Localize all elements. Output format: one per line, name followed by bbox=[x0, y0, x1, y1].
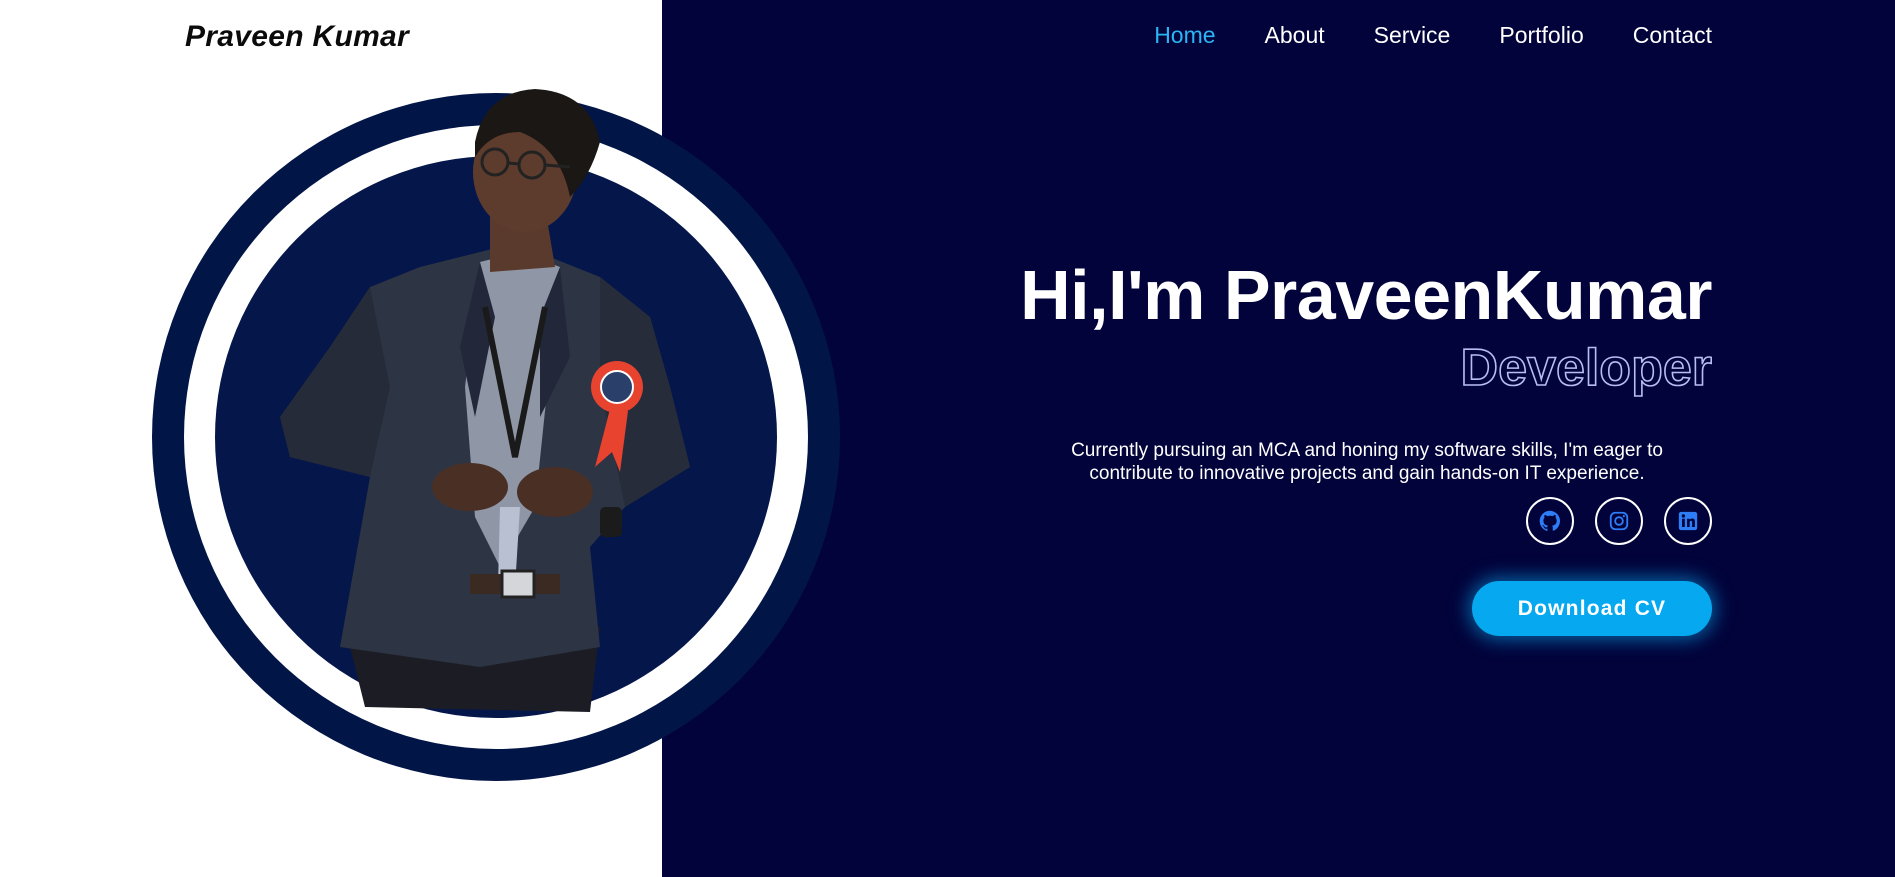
nav-about[interactable]: About bbox=[1265, 22, 1325, 49]
linkedin-link[interactable] bbox=[1664, 497, 1712, 545]
nav-service[interactable]: Service bbox=[1374, 22, 1451, 49]
nav-contact[interactable]: Contact bbox=[1633, 22, 1712, 49]
main-nav: Home About Service Portfolio Contact bbox=[1154, 22, 1712, 49]
brand-logo[interactable]: Praveen Kumar bbox=[185, 20, 409, 54]
profile-photo bbox=[280, 89, 690, 712]
hero-headline: Hi,I'm PraveenKumar bbox=[1020, 256, 1712, 334]
github-link[interactable] bbox=[1526, 497, 1574, 545]
linkedin-icon bbox=[1678, 511, 1698, 531]
social-links bbox=[1526, 497, 1712, 545]
instagram-icon bbox=[1609, 511, 1629, 531]
nav-home[interactable]: Home bbox=[1154, 22, 1215, 49]
hero-bio: Currently pursuing an MCA and honing my … bbox=[1071, 440, 1663, 484]
instagram-link[interactable] bbox=[1595, 497, 1643, 545]
download-cv-button[interactable]: Download CV bbox=[1472, 581, 1712, 636]
hero-role: Developer bbox=[1460, 338, 1713, 398]
github-icon bbox=[1539, 510, 1561, 531]
nav-portfolio[interactable]: Portfolio bbox=[1499, 22, 1583, 49]
